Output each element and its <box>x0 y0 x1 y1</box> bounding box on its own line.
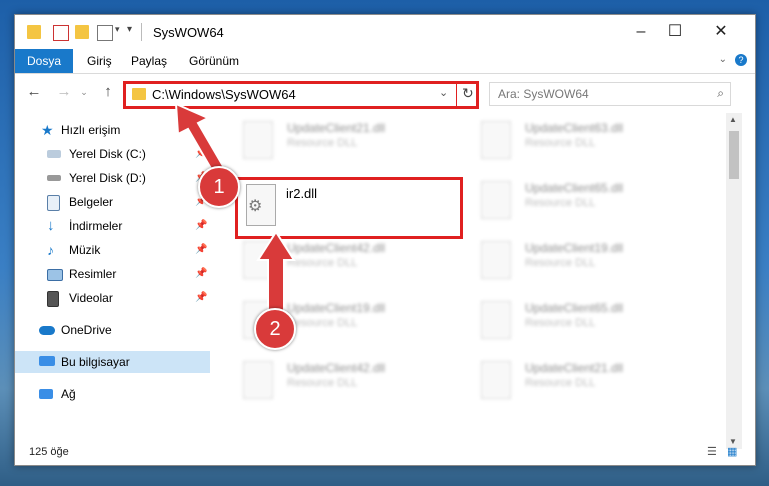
annotation-arrows <box>174 102 296 323</box>
step-badge-2: 2 <box>254 308 296 350</box>
step-badge-1: 1 <box>198 166 240 208</box>
